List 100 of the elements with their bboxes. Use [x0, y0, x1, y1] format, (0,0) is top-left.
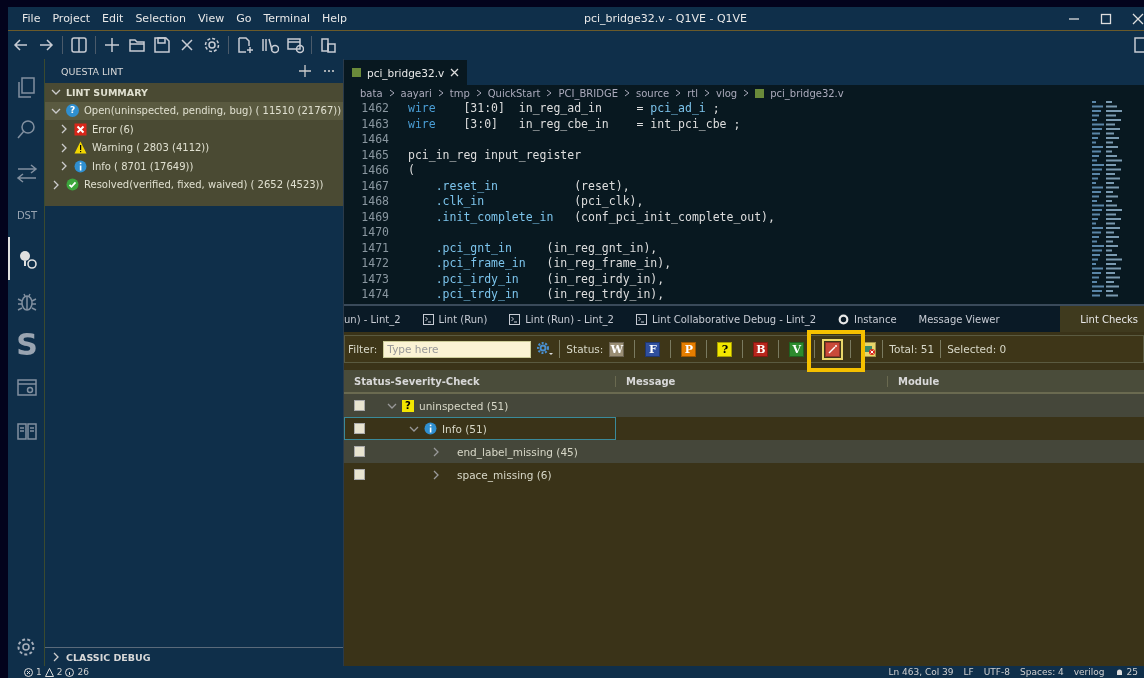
gear-dropdown-icon[interactable]: [537, 342, 554, 356]
status-filter-button[interactable]: ?: [717, 341, 733, 357]
menu-item[interactable]: Edit: [96, 12, 130, 25]
menu-item[interactable]: Terminal: [257, 12, 316, 25]
plus-icon[interactable]: [299, 65, 311, 77]
column-header[interactable]: Module: [887, 375, 940, 387]
status-item[interactable]: verilog: [1073, 667, 1105, 677]
chevron-right-icon[interactable]: [51, 179, 61, 190]
error-count[interactable]: 1: [36, 667, 42, 677]
settings-icon[interactable]: [203, 36, 221, 54]
line-number: 1462: [360, 101, 390, 117]
breadcrumb-item[interactable]: rtl: [687, 87, 698, 99]
status-label: Status:: [566, 343, 604, 355]
status-filter-button[interactable]: F: [645, 341, 661, 357]
section-header[interactable]: LINT SUMMARY: [66, 86, 148, 98]
status-filter-button[interactable]: V: [789, 341, 805, 357]
split-view-icon[interactable]: [70, 36, 88, 54]
column-header[interactable]: Status-Severity-Check: [344, 375, 615, 387]
panel-tab[interactable]: Lint Checks: [1060, 306, 1144, 332]
menu-item[interactable]: Go: [230, 12, 258, 25]
code-line: wire [31:0] in_reg_ad_in = pci_ad_i ;: [408, 101, 720, 117]
menu-item[interactable]: Selection: [129, 12, 193, 25]
breadcrumb-item[interactable]: pci_bridge32.v: [770, 87, 844, 99]
row-checkbox[interactable]: [354, 469, 365, 480]
file-icon: [352, 68, 361, 77]
warning-count[interactable]: 2: [56, 667, 63, 677]
breadcrumb-item[interactable]: source: [635, 87, 670, 99]
filter-field[interactable]: Type here: [383, 340, 532, 358]
terminal-icon: [636, 313, 647, 325]
status-item[interactable]: UTF-8: [983, 667, 1010, 677]
selected-count: Selected: 0: [947, 343, 1007, 355]
folder-icon[interactable]: [128, 36, 146, 54]
breadcrumb-item[interactable]: PCI_BRIDGE: [558, 87, 618, 99]
panel-tab[interactable]: Instance: [827, 306, 908, 332]
chevron-right-icon[interactable]: [59, 124, 69, 135]
panel-tab[interactable]: Lint Collaborative Debug - Lint_2: [625, 306, 828, 332]
save-icon[interactable]: [153, 36, 171, 54]
breadcrumb-item[interactable]: vlog: [716, 87, 738, 99]
panel-tab[interactable]: Lint (Run) - Lint_2: [498, 306, 625, 332]
tree-item[interactable]: Info ( 8701 (17649)): [92, 160, 194, 172]
column-header[interactable]: Message: [615, 375, 887, 387]
chevron-right-icon: [437, 89, 444, 97]
breadcrumb-item[interactable]: aayari: [400, 87, 432, 99]
question-icon: ?: [66, 104, 79, 118]
chevron-right-icon[interactable]: [59, 161, 69, 172]
chevron-right-icon: [475, 89, 482, 97]
notification-count[interactable]: 25: [1126, 667, 1138, 677]
section-header[interactable]: CLASSIC DEBUG: [66, 651, 151, 663]
menu-item[interactable]: View: [192, 12, 231, 25]
chevron-right-icon[interactable]: [431, 469, 441, 480]
status-item[interactable]: LF: [963, 667, 974, 677]
line-number: 1469: [360, 209, 390, 225]
tree-item[interactable]: uninspected (51): [419, 399, 509, 412]
table-row[interactable]: ? uninspected (51): [344, 394, 1144, 417]
menu-item[interactable]: File: [16, 12, 47, 25]
line-number: 1472: [360, 256, 390, 272]
code-line: wire [3:0] in_reg_cbe_in = int_pci_cbe ;: [408, 116, 741, 132]
breadcrumb-item[interactable]: QuickStart: [487, 87, 541, 99]
info-count[interactable]: 26: [77, 667, 89, 677]
tree-item[interactable]: Resolved(verified, fixed, waived) ( 2652 (4523)): [84, 179, 324, 191]
breadcrumb-item[interactable]: tmp: [449, 87, 470, 99]
settings-icon[interactable]: [15, 636, 37, 658]
tree-item[interactable]: space_missing (6): [457, 468, 552, 481]
tree-item[interactable]: Info (51): [442, 422, 487, 435]
menu-item[interactable]: Help: [315, 12, 354, 25]
chevron-right-icon[interactable]: [51, 652, 61, 662]
table-row[interactable]: end_label_missing (45): [344, 440, 1144, 463]
panel-tab[interactable]: Lint (Run): [411, 306, 499, 332]
close-icon[interactable]: [1132, 12, 1144, 25]
plus-icon[interactable]: [103, 36, 121, 54]
library-add-icon[interactable]: [261, 36, 279, 54]
menu-item[interactable]: Project: [46, 12, 97, 25]
maximize-icon[interactable]: [1100, 12, 1112, 25]
status-filter-button[interactable]: B: [753, 341, 769, 357]
table-row[interactable]: space_missing (6): [344, 463, 1144, 486]
tree-item[interactable]: Error (6): [92, 123, 134, 135]
tree-item[interactable]: Warning ( 2803 (4112)): [92, 142, 210, 154]
chevron-right-icon[interactable]: [59, 142, 69, 153]
table-row[interactable]: Info (51): [344, 417, 1144, 440]
line-number: 1471: [360, 240, 390, 256]
check-circle-icon: [66, 178, 79, 192]
row-checkbox[interactable]: [354, 446, 365, 457]
box-stack-icon[interactable]: [319, 36, 337, 54]
close-icon[interactable]: [450, 68, 460, 77]
status-item[interactable]: Ln 463, Col 39: [888, 667, 954, 677]
row-checkbox[interactable]: [354, 400, 365, 411]
tree-item[interactable]: Open(uninspected, pending, bug) ( 11510 (21767)): [84, 105, 342, 117]
activity-label[interactable]: DST: [16, 210, 38, 221]
new-file-icon[interactable]: [236, 36, 254, 54]
status-item[interactable]: Spaces: 4: [1020, 667, 1064, 677]
tree-item[interactable]: end_label_missing (45): [457, 445, 578, 458]
row-checkbox[interactable]: [354, 423, 365, 434]
breadcrumb-item[interactable]: bata: [360, 87, 383, 99]
activity-logo[interactable]: S: [16, 329, 38, 360]
window-add-icon[interactable]: [286, 36, 304, 54]
wand-button[interactable]: [825, 341, 841, 357]
panel-tab[interactable]: Message Viewer: [907, 306, 1011, 332]
panel-tab[interactable]: un) - Lint_2: [344, 306, 412, 332]
editor-tab[interactable]: pci_bridge32.v: [344, 59, 468, 85]
line-number: 1466: [360, 163, 390, 179]
